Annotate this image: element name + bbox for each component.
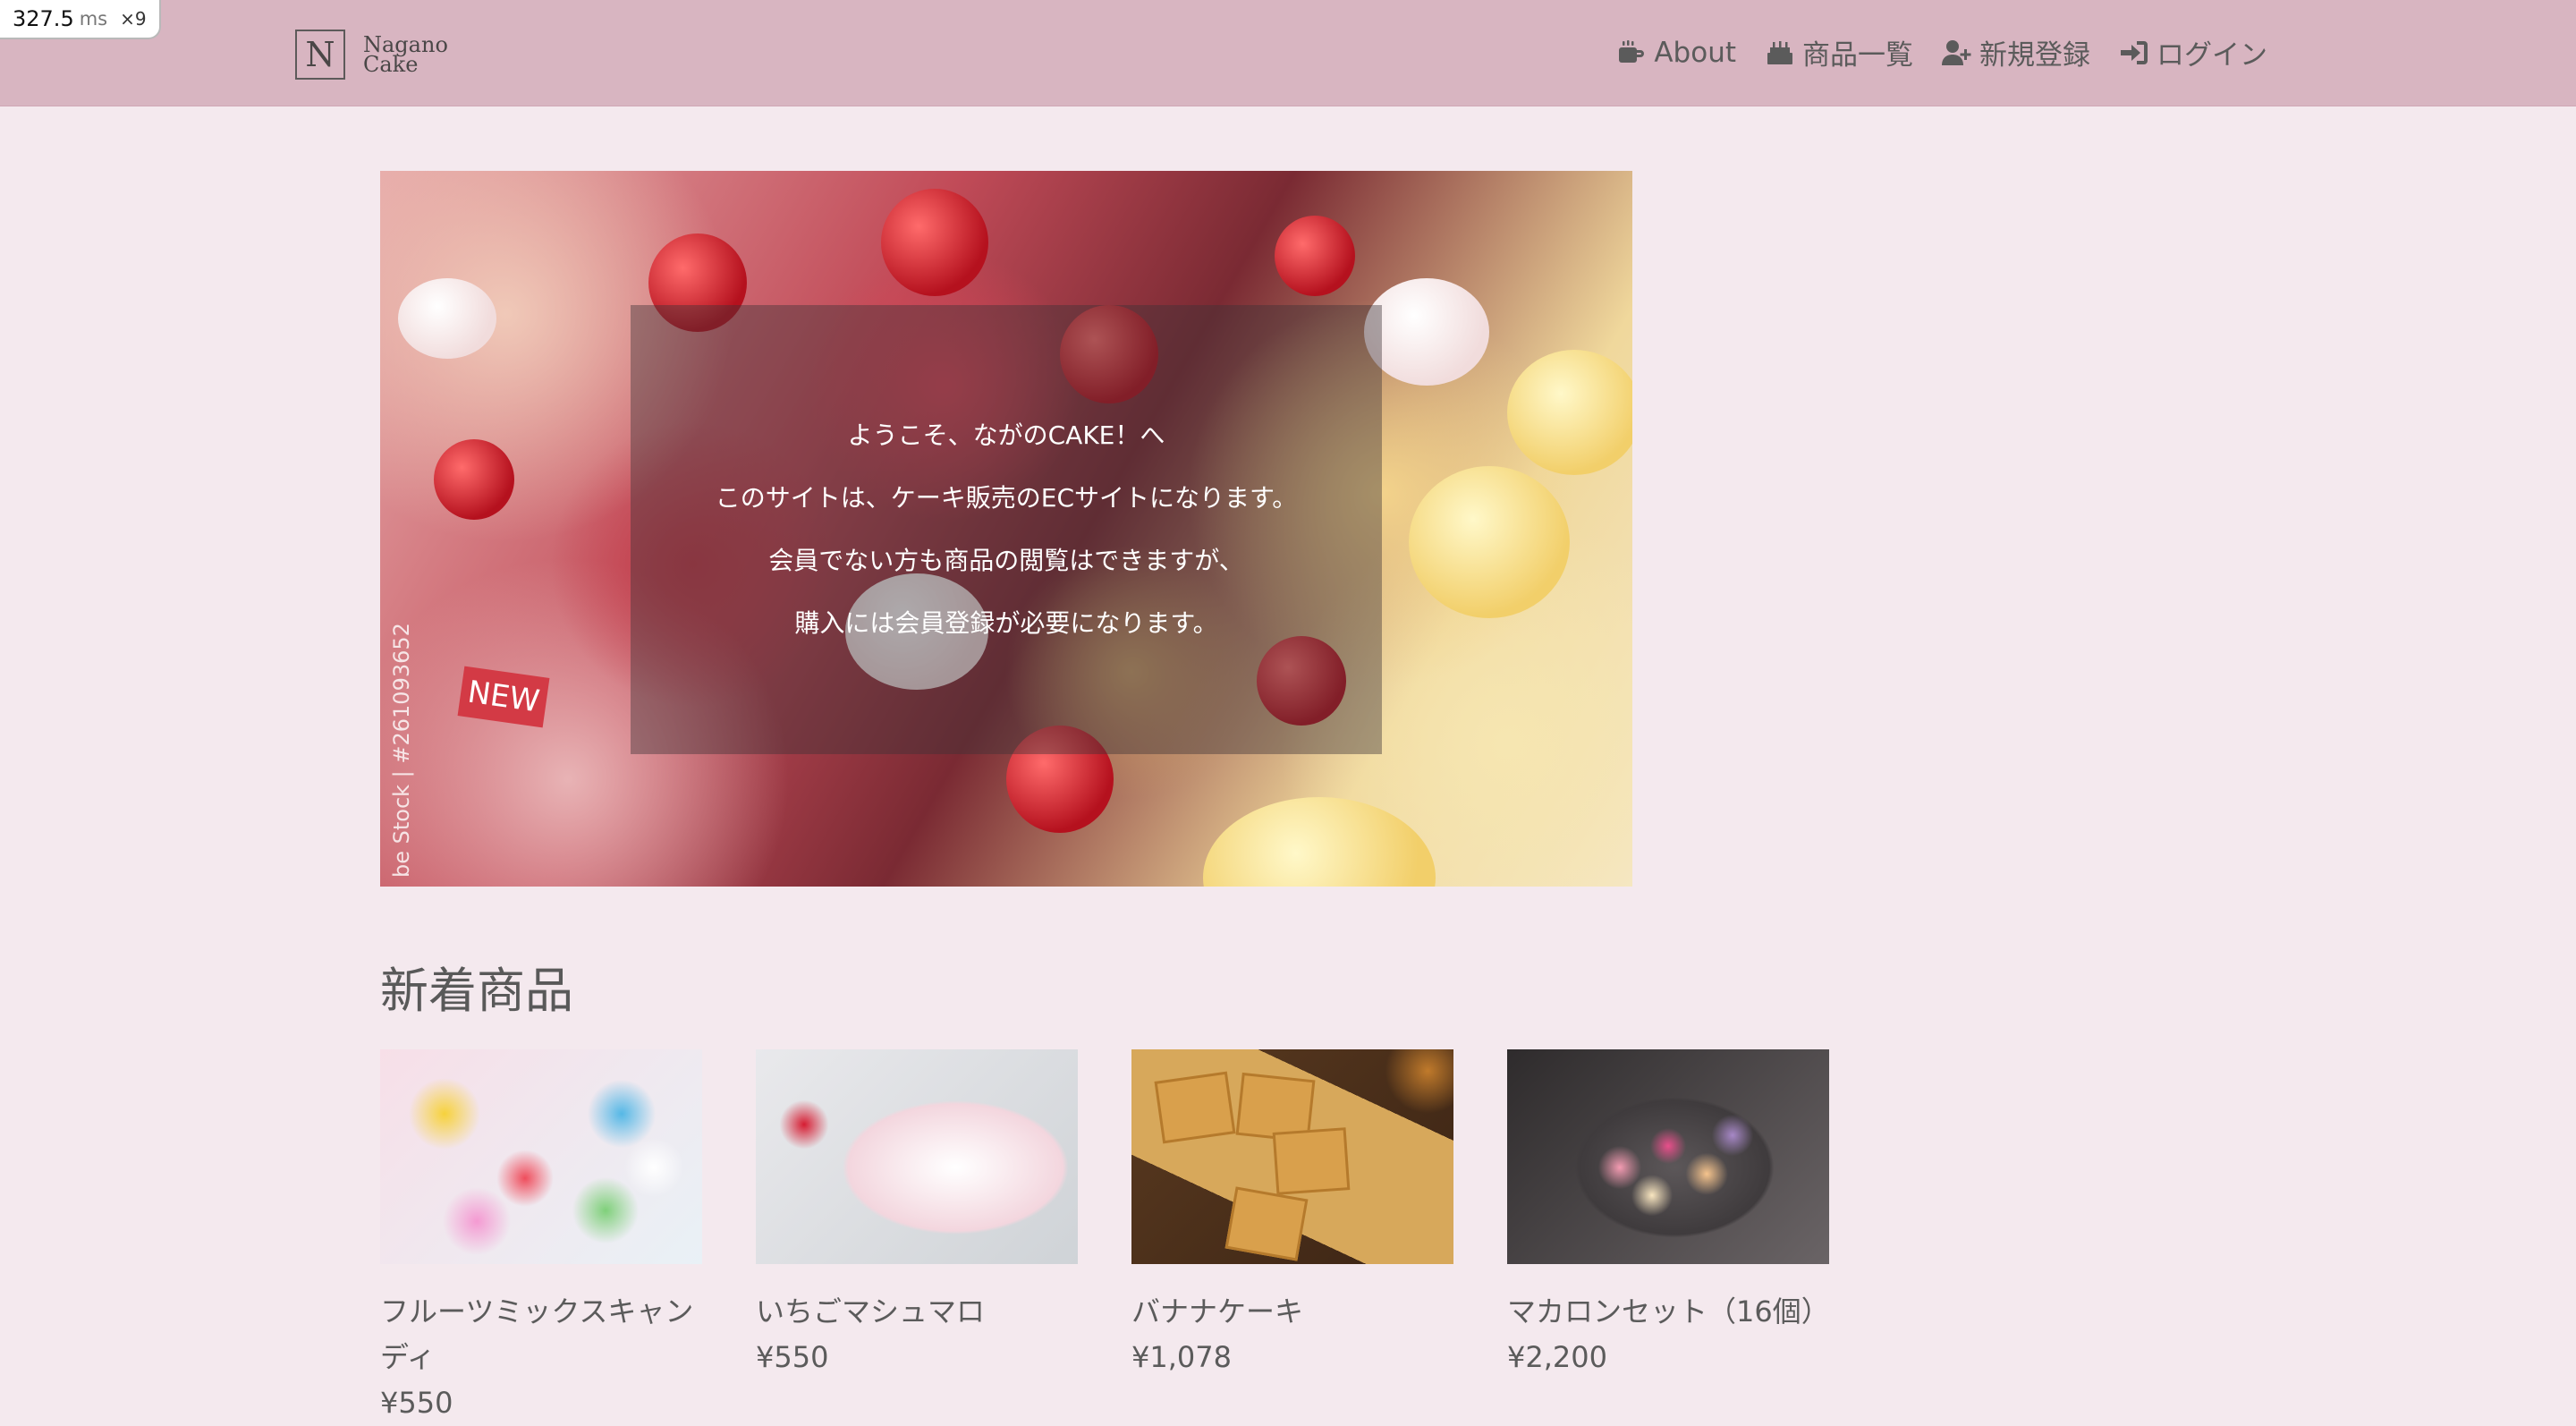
new-products-list: フルーツミックスキャン ディ ¥550 いちごマシュマロ ¥550 バナナケーキ… <box>380 1049 1830 1426</box>
product-price: ¥1,078 <box>1131 1340 1232 1374</box>
product-image[interactable] <box>1131 1049 1453 1264</box>
site-header: N Nagano Cake About 商品一覧 新規登録 ログイン <box>0 0 2576 106</box>
user-plus-icon <box>1942 39 1971 65</box>
hero-banner: NEW be Stock | #261093652 ようこそ、ながのCAKE！へ… <box>380 171 1632 887</box>
nav-products-link[interactable]: 商品一覧 <box>1765 32 1913 72</box>
brand-logo-link[interactable]: N Nagano Cake <box>295 30 448 80</box>
brand-logo-box: N <box>295 30 345 80</box>
nav-login-label: ログイン <box>2157 39 2267 72</box>
cream-decoration <box>398 278 496 359</box>
new-tag: NEW <box>457 666 550 728</box>
lemon-cake-decoration <box>1203 797 1436 887</box>
nav-products-label: 商品一覧 <box>1802 39 1913 72</box>
product-name-line: ディ <box>380 1340 436 1374</box>
strawberry-decoration <box>434 439 514 520</box>
strawberry-decoration <box>881 189 988 296</box>
brand-name-line2: Cake <box>363 52 419 77</box>
nav-about-link[interactable]: About <box>1616 37 1736 69</box>
hero-description-line: このサイトは、ケーキ販売のECサイトになります。 <box>715 483 1298 513</box>
product-image[interactable] <box>1507 1049 1829 1264</box>
nav-login-link[interactable]: ログイン <box>2119 32 2267 72</box>
product-price: ¥550 <box>380 1386 453 1420</box>
hero-watermark: be Stock | #261093652 <box>389 623 414 878</box>
product-image[interactable] <box>756 1049 1078 1264</box>
product-card[interactable]: フルーツミックスキャン ディ ¥550 <box>380 1049 702 1426</box>
product-name[interactable]: いちごマシュマロ <box>756 1289 1078 1335</box>
product-name[interactable]: バナナケーキ <box>1131 1289 1453 1335</box>
product-name-line: フルーツミックスキャン <box>380 1294 694 1328</box>
nav-signup-link[interactable]: 新規登録 <box>1942 32 2090 72</box>
hero-browsing-note-line: 会員でない方も商品の閲覧はできますが、 <box>768 546 1244 575</box>
perf-unit: ms <box>79 8 108 30</box>
product-name[interactable]: フルーツミックスキャン ディ <box>380 1289 702 1380</box>
hero-signup-note-line: 購入には会員登録が必要になります。 <box>794 608 1218 638</box>
banana-cake-piece <box>1224 1186 1309 1261</box>
brand-letter: N <box>305 35 335 74</box>
banana-cake-piece <box>1154 1071 1236 1144</box>
product-price: ¥550 <box>756 1340 829 1374</box>
product-name[interactable]: マカロンセット（16個） <box>1507 1289 1830 1335</box>
new-products-heading: 新着商品 <box>380 963 573 1019</box>
nav-signup-label: 新規登録 <box>1979 39 2090 72</box>
strawberry-decoration <box>1275 216 1355 296</box>
lemon-cake-decoration <box>1409 466 1570 618</box>
cream-decoration <box>1364 278 1489 386</box>
hero-message-box: ようこそ、ながのCAKE！へ このサイトは、ケーキ販売のECサイトになります。 … <box>631 305 1382 754</box>
coffee-mug-icon <box>1619 39 1645 63</box>
product-card[interactable]: マカロンセット（16個） ¥2,200 <box>1507 1049 1830 1426</box>
main-nav: About 商品一覧 新規登録 ログイン <box>1616 32 2267 72</box>
lemon-cake-decoration <box>1507 350 1632 475</box>
product-card[interactable]: いちごマシュマロ ¥550 <box>756 1049 1078 1426</box>
perf-value: 327.5 <box>13 6 74 31</box>
birthday-cake-icon <box>1767 40 1792 64</box>
hero-welcome-line: ようこそ、ながのCAKE！へ <box>847 420 1165 450</box>
nav-about-label: About <box>1654 36 1736 69</box>
perf-timing-badge: 327.5 ms ×9 <box>0 0 161 39</box>
product-image[interactable] <box>380 1049 702 1264</box>
perf-multiplier: ×9 <box>120 8 147 30</box>
banana-cake-piece <box>1272 1127 1351 1195</box>
sign-in-icon <box>2121 40 2148 64</box>
product-card[interactable]: バナナケーキ ¥1,078 <box>1131 1049 1453 1426</box>
brand-name: Nagano Cake <box>363 34 448 77</box>
product-price: ¥2,200 <box>1507 1340 1607 1374</box>
